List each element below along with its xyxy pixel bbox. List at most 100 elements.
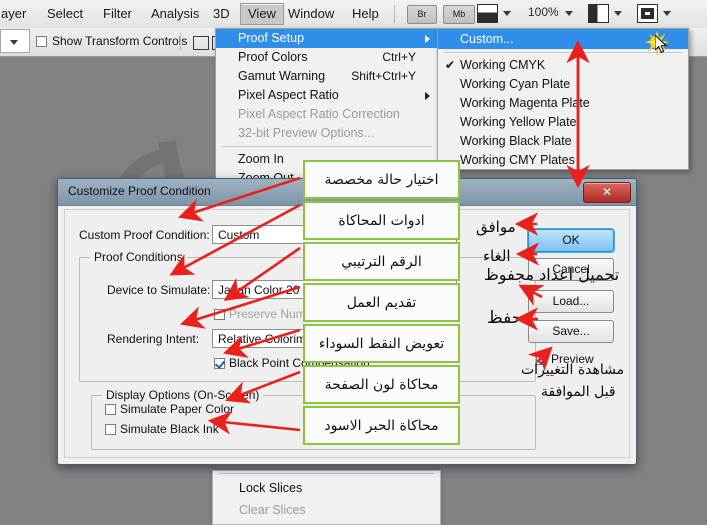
submenu-option-working-cmy-plates-label: Working CMY Plates	[460, 153, 575, 167]
menu-option-pixel-aspect-ratio-label: Pixel Aspect Ratio	[238, 88, 339, 102]
annotation-cancel-label: الغاء	[483, 247, 511, 265]
menu-item-analysis[interactable]: Analysis	[144, 4, 206, 24]
menu-option-pixel-aspect-ratio[interactable]: Pixel Aspect Ratio	[216, 86, 438, 105]
menu-item-select[interactable]: Select	[40, 4, 90, 24]
annotation-save-label: حفظ	[487, 308, 523, 328]
menu-option-clear-slices: Clear Slices	[213, 499, 440, 521]
close-icon[interactable]: ✕	[583, 182, 631, 203]
annotation-preview-note-line2: قبل الموافقة	[541, 384, 616, 400]
menu-option-zoom-in-label: Zoom In	[238, 152, 284, 166]
save-button[interactable]: Save...	[528, 320, 614, 343]
submenu-option-working-cmyk-label: Working CMYK	[460, 58, 546, 72]
view-menu-divider	[222, 146, 432, 147]
menu-item-filter[interactable]: Filter	[96, 4, 139, 24]
zoom-chevron-down-icon[interactable]	[565, 11, 573, 16]
annotation-ok-label: موافق	[476, 218, 516, 236]
annotation-ordinal-number: الرقم الترتيبي	[303, 242, 460, 281]
menu-option-proof-setup-label: Proof Setup	[238, 31, 305, 45]
mini-bridge-button[interactable]: Mb	[443, 5, 475, 24]
mouse-cursor-icon	[654, 33, 669, 60]
custom-proof-condition-label-text: Custom Proof Condition:	[79, 228, 210, 242]
menu-option-pixel-aspect-ratio-correction-label: Pixel Aspect Ratio Correction	[238, 107, 400, 121]
custom-proof-condition-value: Custom	[218, 228, 260, 242]
menu-option-proof-colors-shortcut: Ctrl+Y	[382, 50, 416, 64]
annotation-simulation-tools: ادوات المحاكاة	[303, 201, 460, 240]
simulate-paper-color-check-square[interactable]	[105, 404, 116, 415]
menu-item-layer[interactable]: ayer	[0, 4, 33, 24]
simulate-paper-color-checkbox[interactable]: Simulate Paper Color	[105, 402, 234, 416]
simulate-paper-color-label: Simulate Paper Color	[120, 402, 235, 416]
ok-button[interactable]: OK	[528, 229, 614, 252]
rendering-intent-label: Rendering Intent:	[107, 332, 199, 346]
arrange-chevron-down-icon[interactable]	[614, 11, 622, 16]
submenu-option-working-cyan-plate[interactable]: Working Cyan Plate	[438, 75, 688, 94]
simulate-black-ink-checkbox[interactable]: Simulate Black Ink	[105, 422, 219, 436]
annotation-load-label: تحميل اعداد مجفوظ	[484, 265, 620, 284]
submenu-option-working-cmy-plates[interactable]: Working CMY Plates	[438, 151, 688, 170]
menubar-divider-1	[394, 5, 395, 23]
annotation-simulate-black-ink: محاكاة الحبر الاسود	[303, 406, 460, 445]
submenu-option-working-black-plate-label: Working Black Plate	[460, 134, 572, 148]
menu-option-32bit-preview-options-label: 32-bit Preview Options...	[238, 126, 375, 140]
submenu-option-working-yellow-plate-label: Working Yellow Plate	[460, 115, 577, 129]
submenu-option-working-cyan-plate-label: Working Cyan Plate	[460, 77, 571, 91]
custom-proof-condition-label: Custom Proof Condition:	[79, 228, 210, 242]
rendering-intent-label-text: Rendering Intent:	[107, 332, 200, 346]
arrange-documents-icon[interactable]	[588, 4, 609, 23]
submenu-option-working-yellow-plate[interactable]: Working Yellow Plate	[438, 113, 688, 132]
menu-option-gamut-warning-label: Gamut Warning	[238, 69, 326, 83]
menu-option-gamut-warning[interactable]: Gamut Warning Shift+Ctrl+Y	[216, 67, 438, 86]
show-transform-controls-check-square[interactable]	[36, 36, 47, 47]
submenu-arrow-icon	[425, 35, 430, 43]
proof-conditions-group-label: Proof Conditions	[90, 250, 187, 264]
annotation-black-point-compensation: تعويض النقط السوداء	[303, 324, 460, 363]
menu-option-pixel-aspect-ratio-correction: Pixel Aspect Ratio Correction	[216, 105, 438, 124]
show-transform-controls-label: Show Transform Controls	[52, 34, 188, 48]
menu-item-3d[interactable]: 3D	[206, 4, 237, 24]
rendering-intent-value: Relative Colorim	[218, 332, 307, 346]
submenu-option-working-magenta-plate[interactable]: Working Magenta Plate	[438, 94, 688, 113]
menu-option-lock-slices[interactable]: Lock Slices	[213, 477, 440, 499]
display-options-group-label: Display Options (On-Screen)	[102, 388, 264, 402]
screen-mode-icon[interactable]	[477, 4, 498, 23]
checkmark-icon: ✔	[445, 58, 456, 72]
screen-mode-chevron-down-icon[interactable]	[503, 11, 511, 16]
dialog-title: Customize Proof Condition	[68, 184, 211, 198]
submenu-option-working-cmyk[interactable]: ✔ Working CMYK	[438, 56, 688, 75]
device-to-simulate-label: Device to Simulate:	[107, 283, 210, 297]
menu-option-32bit-preview-options: 32-bit Preview Options...	[216, 124, 438, 143]
load-button[interactable]: Load...	[528, 290, 614, 313]
simulate-black-ink-label: Simulate Black Ink	[120, 422, 219, 436]
slices-menu-divider	[219, 473, 434, 474]
menu-item-help[interactable]: Help	[345, 4, 386, 24]
tool-preset-chevron-icon[interactable]	[10, 40, 18, 45]
options-divider	[180, 33, 181, 51]
zoom-level-label: 100%	[528, 5, 559, 19]
black-point-compensation-check-square[interactable]	[214, 358, 225, 369]
menu-option-clear-slices-label: Clear Slices	[239, 503, 306, 517]
submenu-option-working-black-plate[interactable]: Working Black Plate	[438, 132, 688, 151]
slices-context-menu[interactable]: Lock Slices Clear Slices	[212, 470, 441, 525]
annotation-work-presentation: تقديم العمل	[303, 283, 460, 322]
menu-option-proof-setup[interactable]: Proof Setup	[216, 29, 438, 48]
annotation-preview-note-line1: مشاهدة التغييرات	[521, 362, 625, 378]
view-extras-chevron-down-icon[interactable]	[663, 11, 671, 16]
submenu-option-working-magenta-plate-label: Working Magenta Plate	[460, 96, 590, 110]
view-extras-icon[interactable]	[637, 4, 658, 23]
menu-option-lock-slices-label: Lock Slices	[239, 481, 303, 495]
device-to-simulate-label-text: Device to Simulate:	[107, 283, 211, 297]
annotation-simulate-page-color: محاكاة لون الصفحة	[303, 365, 460, 404]
submenu-option-custom-label: Custom...	[460, 32, 514, 46]
menu-item-window[interactable]: Window	[281, 4, 341, 24]
simulate-black-ink-check-square[interactable]	[105, 424, 116, 435]
show-transform-controls-checkbox[interactable]: Show Transform Controls	[36, 34, 187, 48]
bridge-button[interactable]: Br	[407, 5, 437, 24]
menu-bar: ayer Select Filter Analysis 3D View Wind…	[0, 0, 707, 29]
annotation-choose-custom-state: اختيار حالة مخصصة	[303, 160, 460, 199]
menu-option-proof-colors[interactable]: Proof Colors Ctrl+Y	[216, 48, 438, 67]
device-to-simulate-value: Japan Color 20	[218, 283, 300, 297]
menu-option-proof-colors-label: Proof Colors	[238, 50, 308, 64]
menu-item-view[interactable]: View	[240, 3, 284, 25]
align-left-edges-icon[interactable]	[193, 36, 209, 50]
menu-option-gamut-warning-shortcut: Shift+Ctrl+Y	[351, 69, 416, 83]
